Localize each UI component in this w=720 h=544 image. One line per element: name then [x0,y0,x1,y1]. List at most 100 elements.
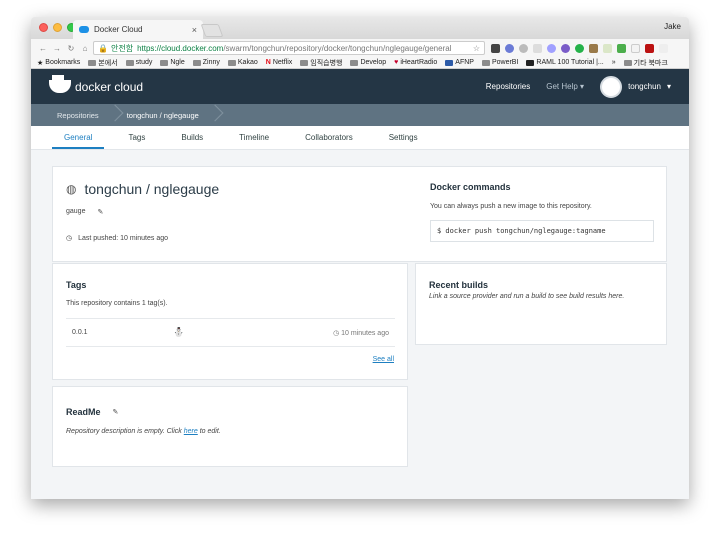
edit-pencil-icon[interactable]: ✎ [113,408,119,416]
more-bookmarks[interactable]: » [612,59,616,66]
short-description: gauge ✎ [66,208,103,216]
browser-toolbar: ← → ↻ ⌂ 🔒 안전함 https://cloud.docker.com/s… [31,39,689,57]
bookmark-iheartradio[interactable]: ♥ iHeartRadio [394,59,437,66]
breadcrumb: Repositories tongchun / nglegauge [31,104,689,126]
extension-icon[interactable] [561,43,570,53]
extension-icon[interactable] [491,43,500,53]
close-window-button[interactable] [39,23,48,32]
table-row[interactable]: 0.0.1 ⛄ ◷ 10 minutes ago [66,318,395,347]
tag-name: 0.0.1 [72,329,88,336]
tab-settings[interactable]: Settings [377,133,430,149]
folder-icon [481,59,490,66]
folder-icon [300,59,309,66]
tab-collaborators[interactable]: Collaborators [293,133,365,149]
nav-links: Repositories Get Help ▾ tongchun ▾ [486,75,671,98]
username: tongchun [628,82,661,91]
extension-icon[interactable] [603,43,612,53]
see-all-link[interactable]: See all [373,356,394,363]
tab-close-icon[interactable]: × [192,25,197,35]
repo-header: ◍ tongchun / nglegauge [66,181,219,197]
logo-text: docker cloud [75,79,144,94]
address-bar[interactable]: 🔒 안전함 https://cloud.docker.com/swarm/ton… [93,41,485,55]
tab-tags[interactable]: Tags [116,133,157,149]
security-label: 안전함 [110,43,134,53]
bookmark-star-icon[interactable]: ☆ [473,44,480,53]
heart-icon: ♥ [394,59,399,66]
docker-favicon-icon [79,26,89,33]
tags-summary: This repository contains 1 tag(s). [66,300,168,307]
browser-window: Docker Cloud × Jake ← → ↻ ⌂ 🔒 안전함 https:… [31,17,689,499]
bookmarks-item[interactable]: ★ Bookmarks [37,59,80,67]
extension-icon[interactable] [547,43,556,53]
bookmark-folder[interactable]: Develop [350,59,386,66]
minimize-window-button[interactable] [53,23,62,32]
docker-cloud-logo[interactable]: docker cloud [49,75,144,94]
folder-icon [350,59,359,66]
lock-icon: 🔒 [98,43,108,53]
account-menu[interactable]: tongchun ▾ [600,75,671,98]
bookmark-raml[interactable]: RAML 100 Tutorial |... [526,59,604,66]
bookmark-folder[interactable]: Zinny [192,59,220,66]
extension-icon[interactable] [589,43,598,53]
bookmark-netflix[interactable]: N Netflix [266,59,293,66]
bookmarks-bar: ★ Bookmarks 본에서 study Ngle Zinny Kakao N… [31,57,689,69]
readme-header: ReadMe ✎ [66,407,118,417]
bookmark-folder[interactable]: 본에서 [88,58,118,68]
readme-title: ReadMe [66,407,101,417]
docker-whale-icon [49,75,71,93]
recent-builds-message: Link a source provider and run a build t… [429,293,625,300]
readme-card: ReadMe ✎ Repository description is empty… [52,386,408,467]
bookmark-folder[interactable]: Kakao [227,59,258,66]
nav-get-help[interactable]: Get Help ▾ [546,82,584,91]
extension-icon[interactable] [505,43,514,53]
folder-icon [192,59,201,66]
nav-repositories[interactable]: Repositories [486,82,530,91]
repo-tabs: General Tags Builds Timeline Collaborato… [31,126,689,150]
globe-icon: ◍ [66,182,77,196]
short-description-text: gauge [66,208,86,215]
raml-icon [526,59,535,66]
linux-icon: ⛄ [173,327,185,337]
afnp-icon [445,59,454,66]
extension-icon[interactable] [519,43,528,53]
reload-icon[interactable]: ↻ [65,44,77,53]
tab-title: Docker Cloud [94,25,143,34]
other-bookmarks[interactable]: 기타 북마크 [623,58,668,68]
extension-icon[interactable] [617,43,626,53]
breadcrumb-repositories[interactable]: Repositories [57,111,99,120]
extension-icons [491,43,668,53]
profile-name[interactable]: Jake [664,22,681,31]
tab-timeline[interactable]: Timeline [227,133,281,149]
extension-icon[interactable] [645,43,654,53]
bookmark-folder[interactable]: PowerBI [481,59,518,66]
docker-push-command[interactable]: $ docker push tongchun/nglegauge:tagname [430,220,654,242]
extension-icon[interactable] [575,43,584,53]
forward-arrow-icon[interactable]: → [51,44,63,53]
bookmark-folder[interactable]: 임직습병행 [300,58,342,68]
tag-time: ◷ 10 minutes ago [333,330,389,337]
edit-pencil-icon[interactable]: ✎ [97,208,103,216]
tab-builds[interactable]: Builds [169,133,215,149]
tags-title: Tags [66,280,87,290]
bookmark-folder[interactable]: Ngle [160,59,185,66]
docker-nav-bar: docker cloud Repositories Get Help ▾ ton… [31,69,689,104]
extension-icon[interactable] [533,43,542,53]
folder-icon [227,59,236,66]
recent-builds-card: Recent builds Link a source provider and… [415,263,667,345]
readme-edit-link[interactable]: here [184,428,198,435]
url-path: /swarm/tongchun/repository/docker/tongch… [223,43,452,53]
home-icon[interactable]: ⌂ [79,44,91,53]
folder-icon [623,59,632,66]
tab-general[interactable]: General [52,133,105,149]
browser-tab[interactable]: Docker Cloud × [73,20,203,39]
bookmark-afnp[interactable]: AFNP [445,59,474,66]
bookmark-folder[interactable]: study [125,59,152,66]
extension-icon[interactable] [631,43,640,53]
back-arrow-icon[interactable]: ← [37,44,49,53]
caret-down-icon: ▾ [666,82,671,91]
repo-info-card: ◍ tongchun / nglegauge gauge ✎ ◷ Last pu… [52,166,667,262]
menu-dots-icon[interactable] [659,43,668,53]
new-tab-button[interactable] [200,24,224,37]
recent-builds-title: Recent builds [429,280,489,290]
repo-title: tongchun / nglegauge [84,181,220,197]
